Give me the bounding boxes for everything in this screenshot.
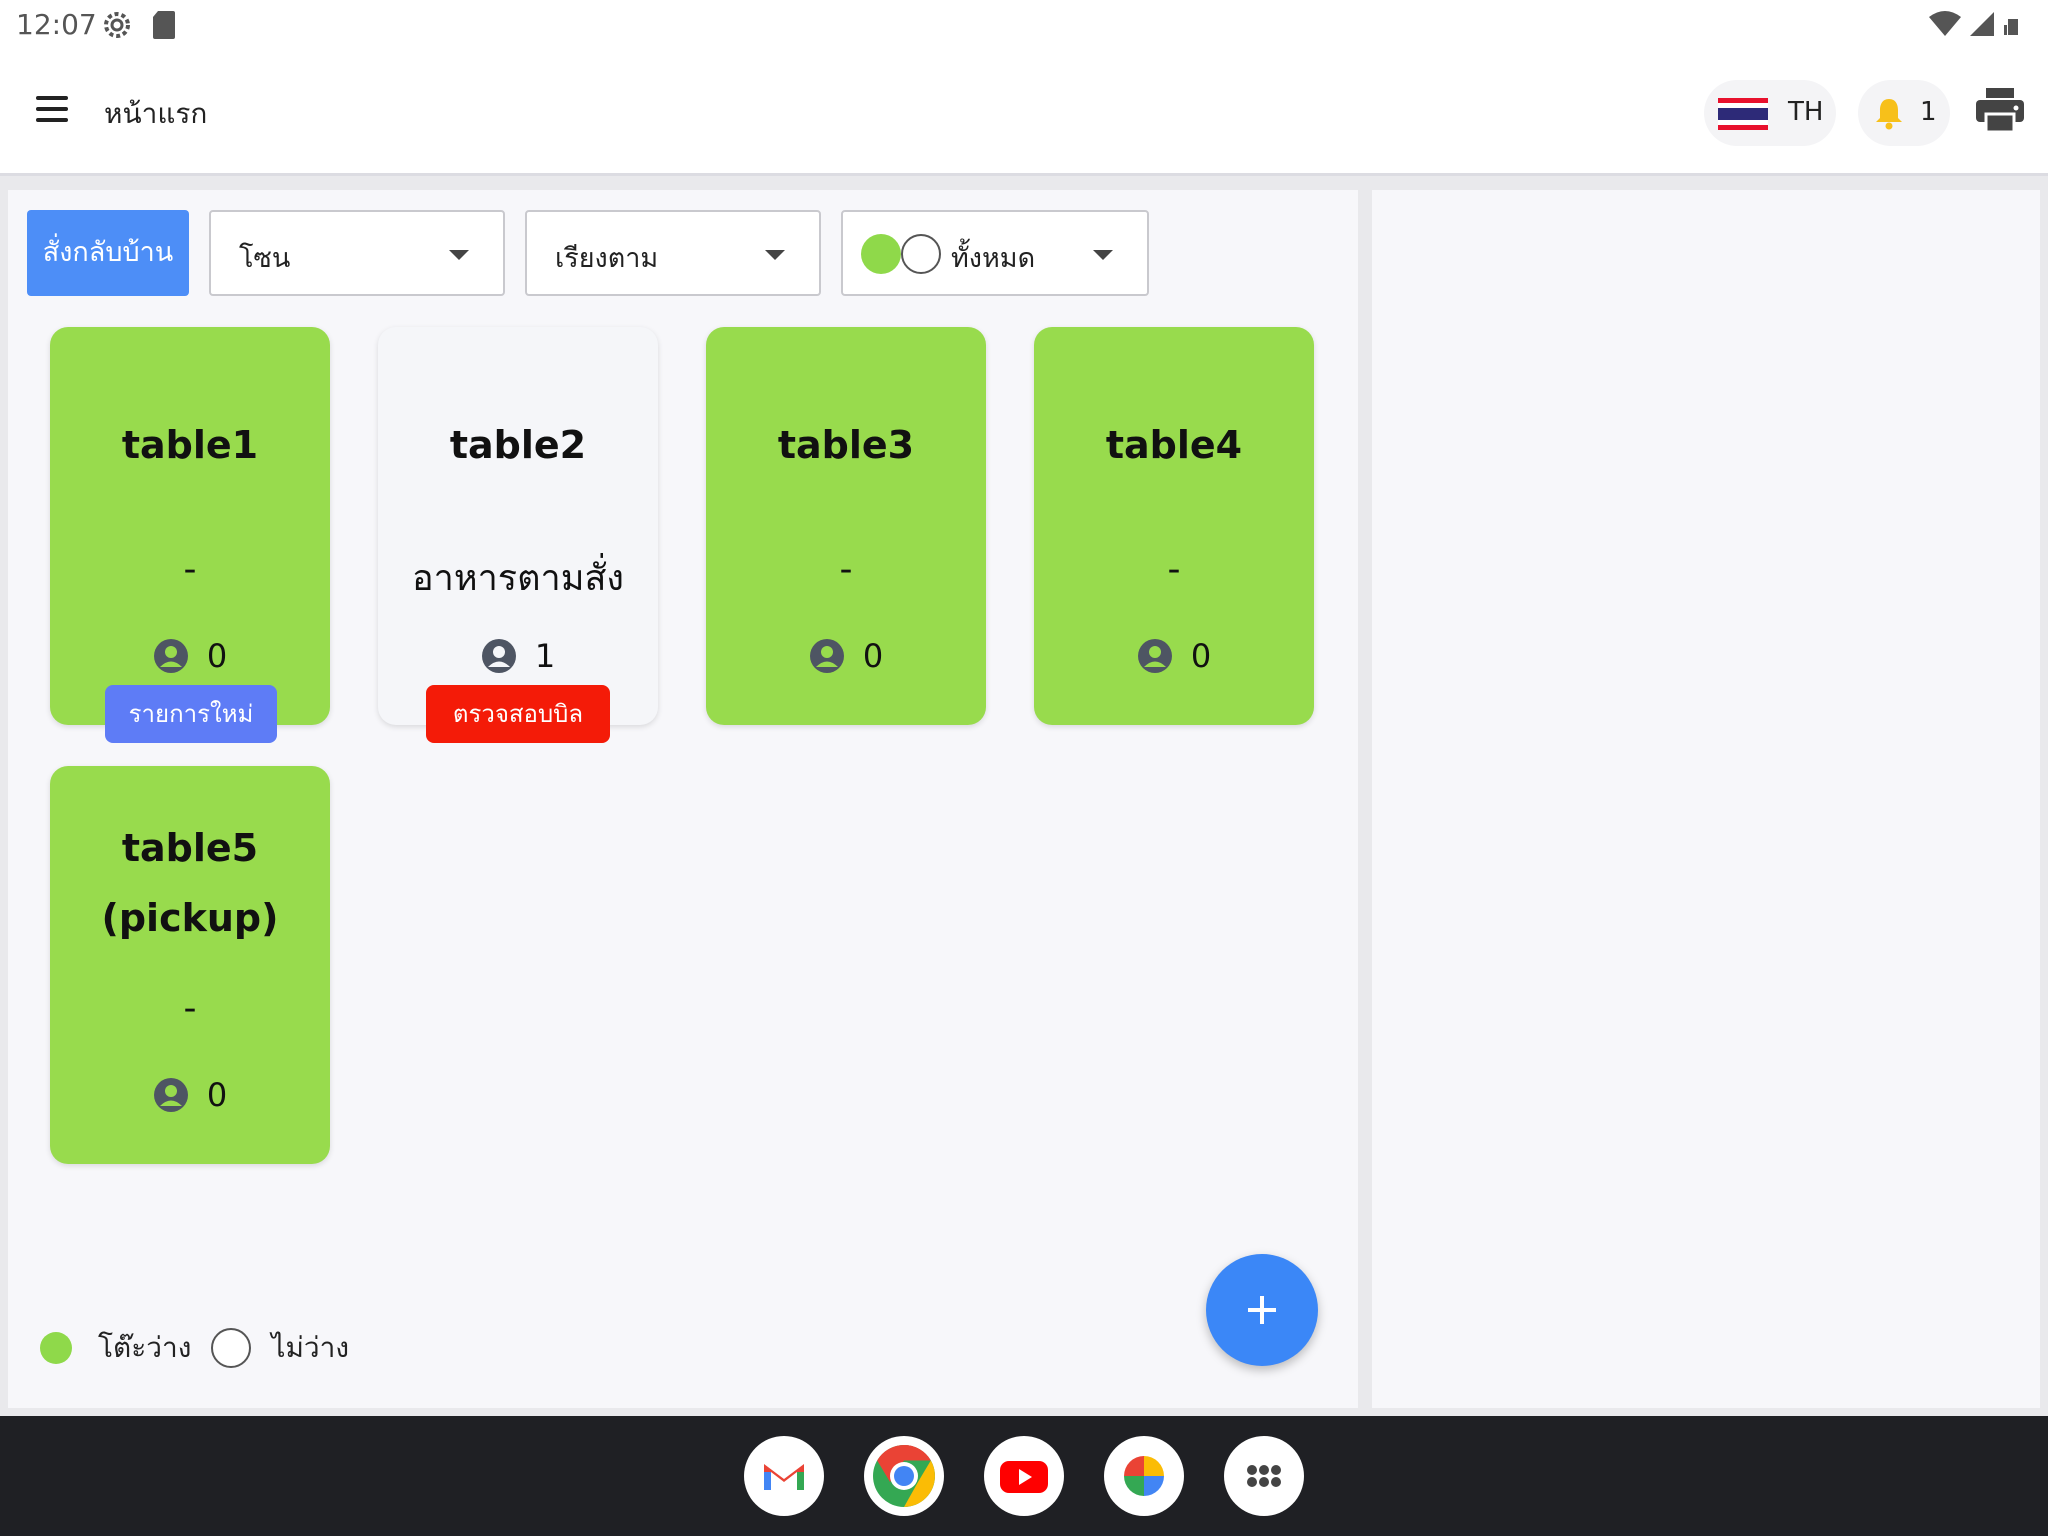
table-name: table1 [121, 423, 259, 467]
free-status-dot-icon [861, 234, 901, 274]
youtube-icon[interactable] [984, 1436, 1064, 1516]
person-icon [153, 639, 188, 673]
takehome-order-button[interactable]: สั่งกลับบ้าน [27, 210, 189, 296]
status-select[interactable]: ทั้งหมด [841, 210, 1149, 296]
table-name-suffix: (pickup) [101, 896, 279, 940]
table-name: table3 [777, 423, 915, 467]
guest-count-row: 1 [378, 637, 658, 675]
notification-count: 1 [1920, 97, 1937, 127]
person-icon [153, 1078, 188, 1112]
guest-count: 0 [206, 1076, 228, 1114]
new-order-badge[interactable]: รายการใหม่ [105, 685, 277, 743]
table-subtitle: - [183, 988, 197, 1029]
language-switcher[interactable]: TH [1704, 80, 1836, 146]
table-name: table5 [121, 826, 259, 870]
person-icon [481, 639, 516, 673]
thailand-flag-icon [1718, 98, 1768, 130]
tables-panel: สั่งกลับบ้าน โซน เรียงตาม ทั้งหมด table1… [8, 190, 1358, 1408]
table-card-table3[interactable]: table3 - 0 [706, 327, 986, 725]
hamburger-menu-icon[interactable] [36, 96, 68, 122]
language-code: TH [1788, 97, 1824, 127]
add-table-button[interactable] [1206, 1254, 1318, 1366]
table-subtitle: อาหารตามสั่ง [412, 558, 624, 599]
chevron-down-icon [1093, 250, 1113, 260]
guest-count: 0 [862, 637, 884, 675]
gmail-icon[interactable] [744, 1436, 824, 1516]
table-card-table2[interactable]: table2 อาหารตามสั่ง 1 ตรวจสอบบิล [378, 327, 658, 743]
zone-select[interactable]: โซน [209, 210, 505, 296]
status-legend: โต๊ะว่าง ไม่ว่าง [40, 1326, 349, 1370]
page-title: หน้าแรก [104, 97, 208, 130]
app-launcher-icon[interactable] [1224, 1436, 1304, 1516]
free-legend-label: โต๊ะว่าง [98, 1331, 192, 1364]
check-bill-badge[interactable]: ตรวจสอบบิล [426, 685, 610, 743]
guest-count-row: 0 [50, 1076, 330, 1114]
table-subtitle: - [183, 549, 197, 590]
chevron-down-icon [449, 250, 469, 260]
sd-card-icon [153, 11, 175, 39]
zone-select-label: โซน [239, 243, 291, 274]
bell-icon [1876, 99, 1902, 130]
table-name: table4 [1105, 423, 1243, 467]
guest-count-row: 0 [1034, 637, 1314, 675]
guest-count: 0 [1190, 637, 1212, 675]
table-card-table1[interactable]: table1 - 0 รายการใหม่ [50, 327, 330, 743]
notifications-button[interactable]: 1 [1858, 80, 1950, 146]
sort-select[interactable]: เรียงตาม [525, 210, 821, 296]
table-card-table5[interactable]: table5 (pickup) - 0 [50, 766, 330, 1164]
chrome-icon[interactable] [864, 1436, 944, 1516]
table-name: table2 [449, 423, 587, 467]
cell-signal-icon [1970, 12, 1994, 36]
settings-gear-icon [104, 12, 130, 38]
sort-select-label: เรียงตาม [555, 243, 659, 274]
status-select-label: ทั้งหมด [951, 243, 1036, 274]
plus-icon-stroke [1260, 1296, 1264, 1324]
guest-count-row: 0 [50, 637, 330, 675]
order-detail-panel [1372, 190, 2040, 1408]
guest-count: 1 [534, 637, 556, 675]
free-dot-icon [40, 1332, 72, 1364]
person-icon [1137, 639, 1172, 673]
chevron-down-icon [765, 250, 785, 260]
guest-count-row: 0 [706, 637, 986, 675]
app-bar: หน้าแรก TH 1 [0, 52, 2048, 176]
table-subtitle: - [1167, 549, 1181, 590]
status-time: 12:07 [16, 8, 97, 41]
table-card-table4[interactable]: table4 - 0 [1034, 327, 1314, 725]
printer-icon[interactable] [1974, 86, 2026, 134]
status-bar: 12:07 [0, 0, 2048, 52]
wifi-icon [1929, 11, 1961, 36]
photos-icon[interactable] [1104, 1436, 1184, 1516]
table-subtitle: - [839, 549, 853, 590]
person-icon [809, 639, 844, 673]
battery-icon [2004, 19, 2018, 35]
busy-legend-label: ไม่ว่าง [271, 1331, 350, 1364]
busy-status-dot-icon [901, 234, 941, 274]
guest-count: 0 [206, 637, 228, 675]
busy-dot-icon [211, 1328, 252, 1368]
taskbar [0, 1416, 2048, 1536]
